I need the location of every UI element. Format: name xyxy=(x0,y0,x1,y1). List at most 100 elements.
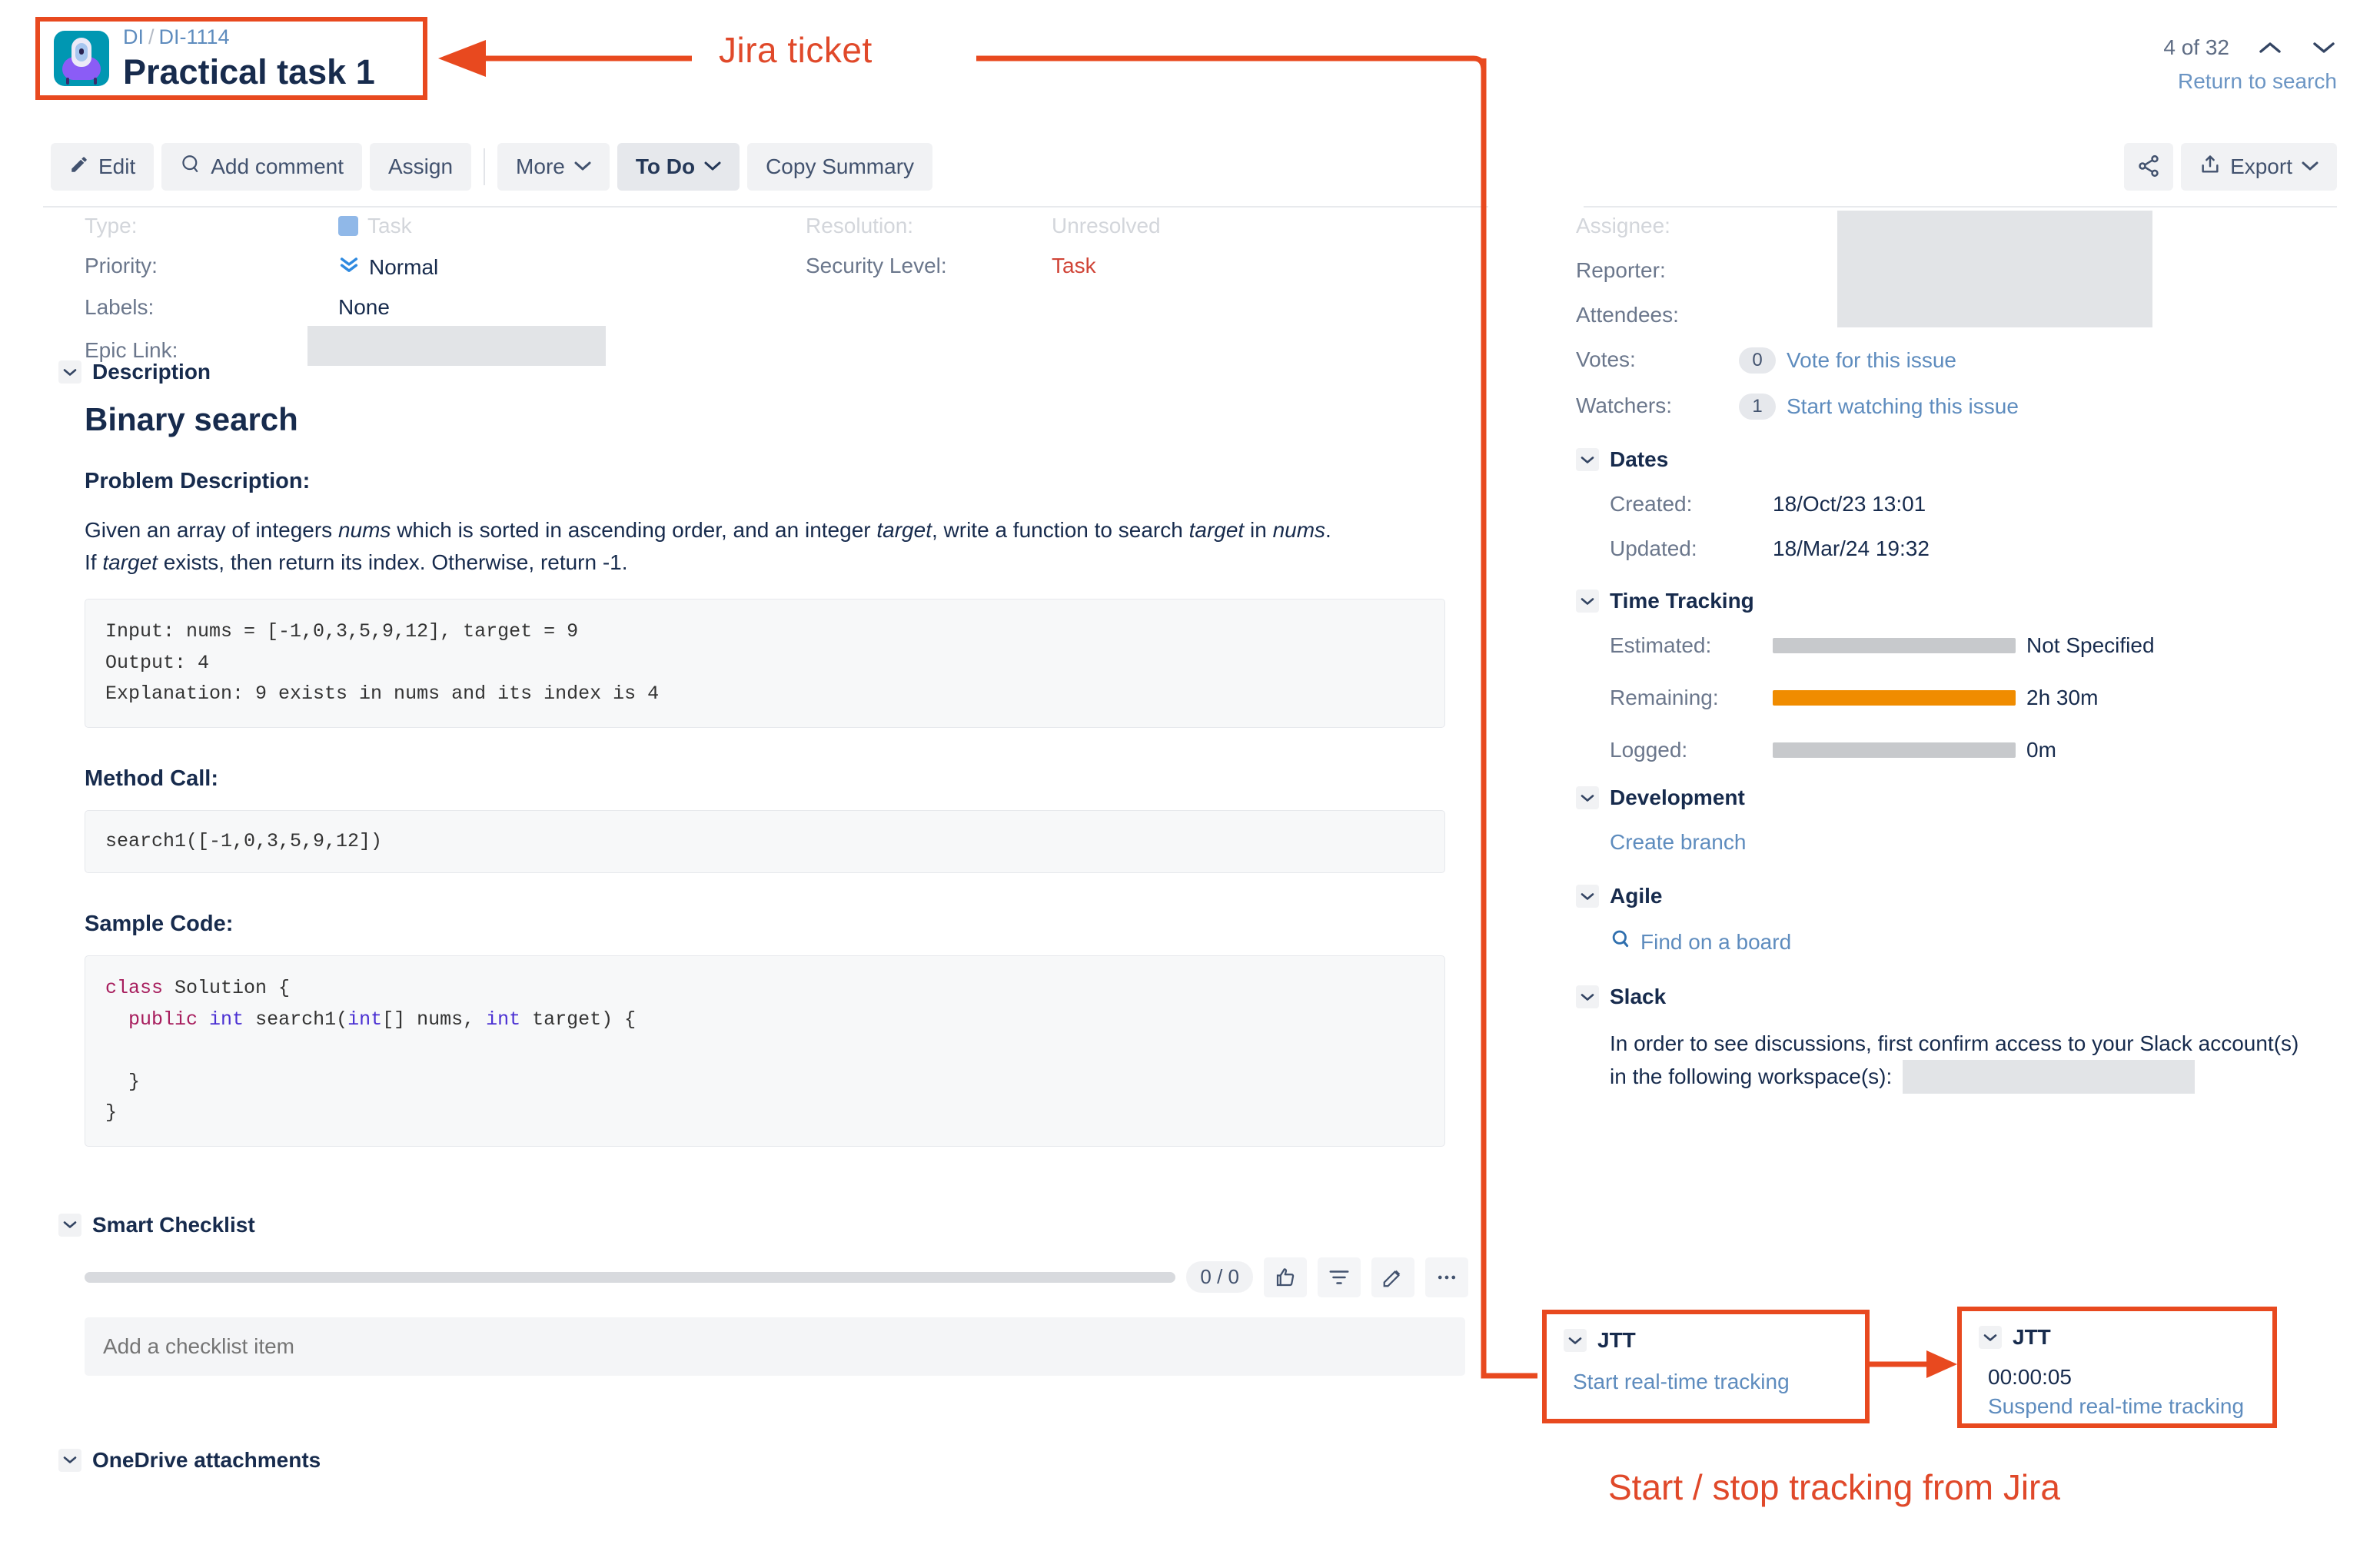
watchers-value: 1 Start watching this issue xyxy=(1739,394,2019,420)
chevron-down-icon[interactable] xyxy=(1576,590,1599,613)
thumbs-up-icon[interactable] xyxy=(1264,1257,1307,1297)
labels-field-value: None xyxy=(338,295,390,319)
watchers-label: Watchers: xyxy=(1576,394,1672,417)
edit-pencil-icon[interactable] xyxy=(1371,1257,1414,1297)
logged-row: Logged: 0m xyxy=(1610,738,2380,762)
remaining-row: Remaining: 2h 30m xyxy=(1610,686,2380,710)
chevron-down-icon[interactable] xyxy=(1576,786,1599,809)
jtt-timer-value: 00:00:05 xyxy=(1988,1365,2072,1389)
resolution-field-label: Resolution: xyxy=(806,214,914,237)
code-type: int xyxy=(209,1008,244,1031)
people-section: Assignee: Reporter: Attendees: Votes: 0 … xyxy=(1576,206,2380,420)
estimated-value-text: Not Specified xyxy=(2026,633,2155,657)
slack-workspace-redacted xyxy=(1903,1060,2196,1094)
onedrive-attachments-section: OneDrive attachments xyxy=(58,1448,1499,1473)
breadcrumb-issue-key-link[interactable]: DI-1114 xyxy=(159,25,230,48)
onedrive-section-header[interactable]: OneDrive attachments xyxy=(58,1448,1499,1473)
resolution-field-value: Unresolved xyxy=(1052,214,1161,237)
slack-text-line-1: In order to see discussions, first confi… xyxy=(1610,1031,2299,1055)
add-comment-button-label: Add comment xyxy=(211,154,344,178)
assignee-label: Assignee: xyxy=(1576,214,1670,237)
votes-label: Votes: xyxy=(1576,347,1636,371)
remaining-progress-bar xyxy=(1773,690,2016,706)
dates-section-header[interactable]: Dates xyxy=(1576,447,2380,472)
start-watching-issue-link[interactable]: Start watching this issue xyxy=(1787,394,2019,419)
checklist-count-badge: 0 / 0 xyxy=(1186,1261,1253,1293)
chevron-down-icon xyxy=(704,158,721,176)
updated-label: Updated: xyxy=(1610,536,1697,560)
annotation-jira-ticket-label: Jira ticket xyxy=(719,30,873,70)
description-heading: Binary search xyxy=(85,401,298,437)
time-tracking-section-header[interactable]: Time Tracking xyxy=(1576,589,2380,613)
method-call-code-block: search1([-1,0,3,5,9,12]) xyxy=(85,809,1445,873)
issue-nav-cluster: 4 of 32 Return to search xyxy=(2163,35,2337,94)
export-button[interactable]: Export xyxy=(2181,143,2337,191)
chevron-down-icon[interactable] xyxy=(58,360,81,384)
sample-code-block: class Solution { public int search1(int[… xyxy=(85,955,1445,1147)
more-button[interactable]: More xyxy=(497,143,610,191)
logged-label: Logged: xyxy=(1610,738,1688,762)
edit-button[interactable]: Edit xyxy=(51,143,155,191)
find-on-a-board-link[interactable]: Find on a board xyxy=(1640,930,1791,955)
add-checklist-item-input[interactable] xyxy=(85,1317,1465,1376)
status-dropdown-label: To Do xyxy=(635,154,696,178)
slack-section-header[interactable]: Slack xyxy=(1576,985,2380,1009)
create-branch-link[interactable]: Create branch xyxy=(1610,830,1746,854)
security-level-field-label: Security Level: xyxy=(806,254,947,277)
code-text: [] nums, xyxy=(382,1008,487,1031)
copy-summary-button[interactable]: Copy Summary xyxy=(747,143,933,191)
header-action-buttons: Export xyxy=(2124,143,2337,191)
search-icon xyxy=(1610,928,1631,955)
add-comment-button[interactable]: Add comment xyxy=(161,143,362,191)
chevron-down-icon[interactable] xyxy=(58,1213,81,1237)
filter-icon[interactable] xyxy=(1318,1257,1361,1297)
dates-section: Dates Created: 18/Oct/23 13:01 Updated: … xyxy=(1576,447,2380,561)
chevron-down-icon[interactable] xyxy=(1576,985,1599,1008)
return-to-search-link[interactable]: Return to search xyxy=(2163,69,2337,94)
pager-count: 4 of 32 xyxy=(2163,35,2229,59)
priority-medium-icon xyxy=(338,254,360,281)
checklist-progress-row: 0 / 0 xyxy=(85,1257,1468,1297)
annotation-start-stop-tracking-label: Start / stop tracking from Jira xyxy=(1608,1467,2060,1507)
time-tracking-section-title: Time Tracking xyxy=(1610,589,1754,613)
created-label: Created: xyxy=(1610,492,1693,516)
vote-for-issue-link[interactable]: Vote for this issue xyxy=(1787,348,1956,373)
development-section-header[interactable]: Development xyxy=(1576,785,2380,810)
more-options-icon[interactable] xyxy=(1425,1257,1468,1297)
previous-issue-button[interactable] xyxy=(2257,40,2283,55)
smart-checklist-section-header[interactable]: Smart Checklist xyxy=(58,1213,1504,1237)
security-level-field-value: Task xyxy=(1052,254,1096,277)
chevron-down-icon[interactable] xyxy=(58,1448,81,1472)
description-section: Description Binary search Problem Descri… xyxy=(58,360,1450,1147)
next-issue-button[interactable] xyxy=(2311,40,2337,55)
breadcrumb: DI / DI-1114 xyxy=(123,25,375,49)
paragraph-part: . xyxy=(1325,518,1331,542)
agile-section-header[interactable]: Agile xyxy=(1576,884,2380,908)
chevron-down-icon xyxy=(574,158,591,176)
estimated-progress-bar xyxy=(1773,638,2016,653)
breadcrumb-project-link[interactable]: DI xyxy=(123,25,144,48)
start-real-time-tracking-link[interactable]: Start real-time tracking xyxy=(1573,1370,1848,1394)
assign-button-label: Assign xyxy=(388,154,454,178)
main-column: Type: Task Priority: Normal Labels: None… xyxy=(0,206,1499,1479)
chevron-down-icon[interactable] xyxy=(1979,1326,2002,1349)
epic-link-field-label: Epic Link: xyxy=(85,338,178,362)
chevron-down-icon[interactable] xyxy=(1576,885,1599,908)
chevron-down-icon[interactable] xyxy=(1576,448,1599,471)
description-section-header[interactable]: Description xyxy=(58,360,1450,384)
code-text: search1( xyxy=(244,1008,348,1031)
suspend-real-time-tracking-link[interactable]: Suspend real-time tracking xyxy=(1988,1394,2255,1419)
issue-title-block: DI / DI-1114 Practical task 1 xyxy=(35,17,427,100)
estimated-value: Not Specified xyxy=(1773,633,2155,658)
type-field-text: Task xyxy=(367,214,412,237)
chevron-down-icon[interactable] xyxy=(1564,1329,1587,1352)
edit-button-label: Edit xyxy=(98,154,136,178)
attendees-label: Attendees: xyxy=(1576,303,1679,327)
remaining-value: 2h 30m xyxy=(1773,686,2098,710)
votes-value: 0 Vote for this issue xyxy=(1739,347,1956,374)
assign-button[interactable]: Assign xyxy=(370,143,472,191)
status-dropdown-button[interactable]: To Do xyxy=(617,143,740,191)
share-button[interactable] xyxy=(2124,143,2174,191)
checklist-progress-bar xyxy=(85,1271,1176,1283)
onedrive-section-title: OneDrive attachments xyxy=(92,1447,321,1472)
